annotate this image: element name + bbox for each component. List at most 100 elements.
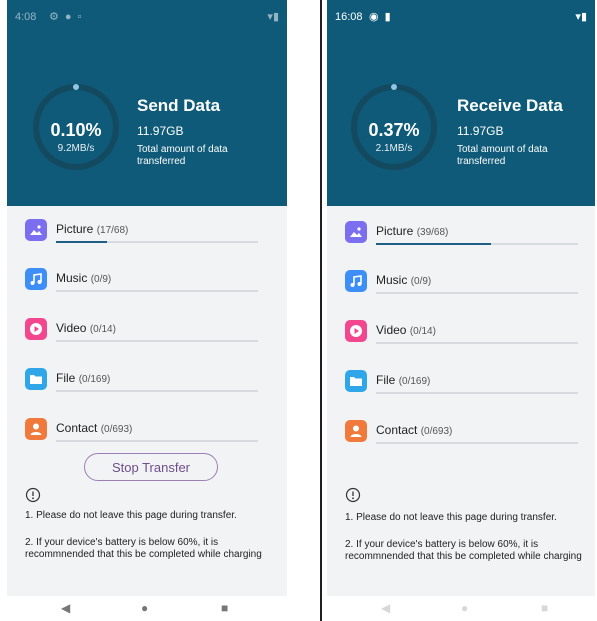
- page-title: Receive Data: [457, 96, 563, 115]
- category-item-music[interactable]: Music (0/9): [25, 268, 263, 298]
- stop-transfer-button[interactable]: Stop Transfer: [84, 453, 218, 481]
- category-progress-track: [376, 442, 578, 444]
- location-icon: ●: [64, 11, 72, 23]
- category-name: Contact: [56, 421, 98, 435]
- home-icon[interactable]: ●: [141, 601, 148, 615]
- note-stay-on-page: 1. Please do not leave this page during …: [345, 512, 557, 523]
- recents-icon[interactable]: ■: [541, 601, 548, 615]
- contact-icon: [25, 418, 47, 440]
- progress-ring: 0.37% 2.1MB/s: [349, 82, 439, 172]
- category-progress-track: [56, 390, 258, 392]
- send-data-screen: 4:08 ⚙ ● ▫ ▾▮ 0.10% 9.2MB/s Send Data 11.9…: [7, 0, 287, 621]
- recents-icon[interactable]: ■: [221, 601, 228, 615]
- navigation-bar: ◀ ● ■: [327, 596, 595, 621]
- status-icons: ⚙ ● ▫: [49, 10, 87, 23]
- note-battery: 2. If your device's battery is below 60%…: [25, 537, 262, 560]
- home-icon[interactable]: ●: [461, 601, 468, 615]
- category-progress-fill: [376, 243, 492, 245]
- category-count: (0/169): [78, 374, 111, 385]
- navigation-bar: ◀ ● ■: [7, 596, 287, 621]
- total-size: 11.97GB: [457, 124, 504, 138]
- folder-icon: [345, 370, 367, 392]
- category-name: Contact: [376, 423, 418, 437]
- info-icon: [345, 487, 361, 503]
- progress-percent: 0.37%: [368, 120, 420, 140]
- category-count: (0/693): [100, 424, 133, 435]
- category-name: Music: [376, 273, 408, 287]
- category-name: Picture: [56, 222, 94, 236]
- category-progress-track: [56, 340, 258, 342]
- category-count: (39/68): [416, 227, 449, 238]
- sim-icon: ▮: [384, 11, 391, 23]
- page-title: Send Data: [137, 96, 221, 115]
- progress-ring-dot: [391, 84, 397, 90]
- status-bar: 16:08 ◉ ▮ ▾▮: [335, 10, 587, 26]
- category-name: Picture: [376, 224, 414, 238]
- info-icon: [25, 487, 41, 503]
- back-icon[interactable]: ◀: [381, 601, 390, 615]
- back-icon[interactable]: ◀: [61, 601, 70, 615]
- category-progress-track: [376, 292, 578, 294]
- play-icon: [345, 320, 367, 342]
- category-item-contact[interactable]: Contact (0/693): [345, 420, 583, 450]
- category-progress-track: [56, 290, 258, 292]
- category-item-file[interactable]: File (0/169): [345, 370, 583, 400]
- status-icons: ◉ ▮: [369, 10, 397, 23]
- total-size-description: Total amount of data transferred: [137, 144, 228, 167]
- status-time: 16:08: [335, 11, 363, 23]
- picture-icon: [25, 219, 47, 241]
- category-name: Video: [376, 323, 407, 337]
- category-item-video[interactable]: Video (0/14): [345, 320, 583, 350]
- transfer-rate: 2.1MB/s: [375, 143, 413, 154]
- status-bar: 4:08 ⚙ ● ▫ ▾▮: [15, 10, 279, 26]
- note-stay-on-page: 1. Please do not leave this page during …: [25, 510, 237, 521]
- category-label: Picture (17/68): [56, 222, 128, 236]
- category-progress-track: [56, 241, 258, 243]
- contact-icon: [345, 420, 367, 442]
- category-count: (0/9): [90, 274, 112, 285]
- music-note-icon: [345, 270, 367, 292]
- send-header: 4:08 ⚙ ● ▫ ▾▮ 0.10% 9.2MB/s Send Data 11.9…: [7, 0, 287, 206]
- category-label: Music (0/9): [56, 271, 111, 285]
- category-item-music[interactable]: Music (0/9): [345, 270, 583, 300]
- category-label: Contact (0/693): [56, 421, 132, 435]
- screenshot-divider: [320, 0, 322, 621]
- progress-ring-dot: [73, 84, 79, 90]
- picture-icon: [345, 221, 367, 243]
- category-label: Video (0/14): [376, 323, 436, 337]
- category-progress-track: [56, 440, 258, 442]
- category-item-video[interactable]: Video (0/14): [25, 318, 263, 348]
- progress-ring: 0.10% 9.2MB/s: [31, 82, 121, 172]
- category-item-file[interactable]: File (0/169): [25, 368, 263, 398]
- transfer-rate: 9.2MB/s: [57, 143, 95, 154]
- receive-header: 16:08 ◉ ▮ ▾▮ 0.37% 2.1MB/s Receive Data 1…: [327, 0, 595, 206]
- category-name: File: [376, 373, 396, 387]
- notification-icon: ▫: [77, 11, 82, 23]
- category-item-picture[interactable]: Picture (17/68): [25, 219, 263, 249]
- category-count: (0/14): [89, 324, 116, 335]
- category-name: File: [56, 371, 76, 385]
- status-time: 4:08: [15, 11, 37, 23]
- total-size: 11.97GB: [137, 124, 184, 138]
- gear-icon: ⚙: [49, 11, 59, 23]
- category-label: Contact (0/693): [376, 423, 452, 437]
- note-battery: 2. If your device's battery is below 60%…: [345, 539, 582, 562]
- receive-data-screen: 16:08 ◉ ▮ ▾▮ 0.37% 2.1MB/s Receive Data 1…: [327, 0, 595, 621]
- category-label: File (0/169): [376, 373, 430, 387]
- category-label: Music (0/9): [376, 273, 431, 287]
- category-count: (17/68): [96, 225, 129, 236]
- progress-percent: 0.10%: [50, 120, 102, 140]
- play-icon: [25, 318, 47, 340]
- category-item-contact[interactable]: Contact (0/693): [25, 418, 263, 448]
- category-progress-track: [376, 342, 578, 344]
- music-note-icon: [25, 268, 47, 290]
- category-progress-track: [376, 392, 578, 394]
- folder-icon: [25, 368, 47, 390]
- category-count: (0/169): [398, 376, 431, 387]
- category-count: (0/14): [409, 326, 436, 337]
- signal-battery-icons: ▾▮: [267, 11, 279, 23]
- category-label: Video (0/14): [56, 321, 116, 335]
- category-item-picture[interactable]: Picture (39/68): [345, 221, 583, 251]
- category-label: File (0/169): [56, 371, 110, 385]
- category-name: Music: [56, 271, 88, 285]
